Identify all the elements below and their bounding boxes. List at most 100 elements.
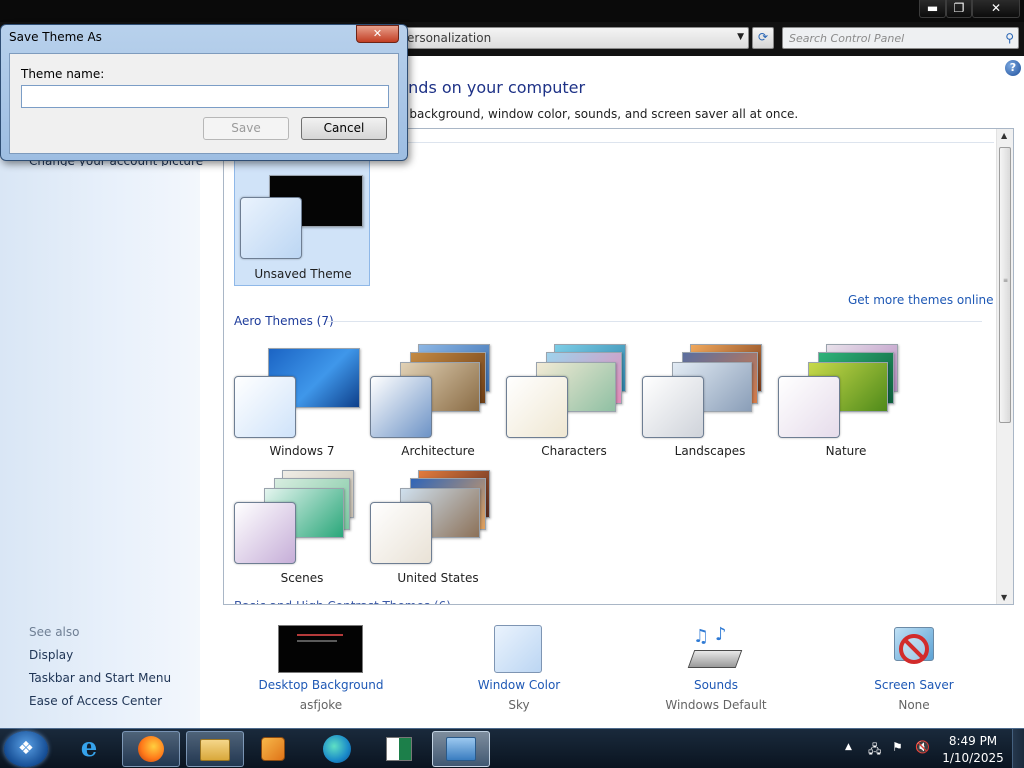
media-player-taskbar-button[interactable] <box>244 731 302 767</box>
action-center-flag-icon[interactable]: ⚑ <box>892 740 903 754</box>
theme-tile-landscapes[interactable]: Landscapes <box>642 344 778 464</box>
theme-label: Windows 7 <box>269 444 335 458</box>
scrollbar-thumb[interactable]: ≡ <box>999 147 1011 423</box>
theme-label: Unsaved Theme <box>254 267 352 281</box>
prohibited-slash <box>903 638 925 660</box>
screen-saver-link[interactable]: Screen Saver <box>824 678 1004 692</box>
thumbnail-text-line <box>297 640 337 642</box>
minimize-icon: ▬ <box>926 1 939 15</box>
edge-icon <box>323 735 351 763</box>
sounds-icon[interactable]: ♫ ♪ <box>687 624 743 674</box>
vertical-scrollbar[interactable]: ▲ ≡ ▼ <box>996 129 1013 604</box>
color-swatch <box>234 502 296 564</box>
divider <box>327 321 982 322</box>
document-icon <box>386 737 412 761</box>
save-button[interactable]: Save <box>203 117 289 140</box>
start-button[interactable]: ❖ <box>4 731 48 767</box>
window-titlebar: ▬ ❐ ✕ <box>0 0 1024 22</box>
clock-date[interactable]: 1/10/2025 <box>940 751 1006 765</box>
theme-tile-architecture[interactable]: Architecture <box>370 344 506 464</box>
theme-label: United States <box>397 571 479 585</box>
search-icon[interactable]: ⚲ <box>1005 31 1014 45</box>
music-note-icon: ♪ <box>715 624 727 645</box>
clock-time[interactable]: 8:49 PM <box>940 734 1006 748</box>
music-note-icon: ♫ <box>693 626 710 647</box>
see-also-heading: See also <box>29 625 80 639</box>
get-more-themes-link[interactable]: Get more themes online <box>848 293 994 307</box>
minimize-button[interactable]: ▬ <box>919 0 946 18</box>
theme-label: Landscapes <box>674 444 746 458</box>
help-icon[interactable]: ? <box>1005 60 1021 76</box>
volume-muted-icon[interactable]: 🔇 <box>915 740 930 754</box>
page-heading: unds on your computer <box>398 78 586 97</box>
save-theme-dialog: Save Theme As ✕ Theme name: Save Cancel <box>0 24 408 161</box>
chevron-down-icon[interactable]: ▼ <box>737 32 744 42</box>
screen-saver-value: None <box>898 698 930 712</box>
screen-saver-icon[interactable] <box>890 625 936 671</box>
scroll-up-icon[interactable]: ▲ <box>1001 131 1007 140</box>
cancel-button[interactable]: Cancel <box>301 117 387 140</box>
sounds-link[interactable]: Sounds <box>626 678 806 692</box>
color-swatch <box>240 197 302 259</box>
close-icon: ✕ <box>372 27 383 40</box>
theme-tile-scenes[interactable]: Scenes <box>234 470 370 590</box>
firefox-icon <box>138 736 164 762</box>
window-color-link[interactable]: Window Color <box>429 678 609 692</box>
search-box: ⚲ <box>782 27 1019 49</box>
dialog-close-button[interactable]: ✕ <box>356 25 399 43</box>
restore-icon: ❐ <box>953 1 965 15</box>
sidebar-link-taskbar[interactable]: Taskbar and Start Menu <box>29 671 171 685</box>
show-hidden-icons-arrow[interactable]: ▲ <box>845 742 852 752</box>
color-swatch <box>234 376 296 438</box>
firefox-taskbar-button[interactable] <box>122 731 180 767</box>
theme-label: Architecture <box>401 444 475 458</box>
theme-tile-nature[interactable]: Nature <box>778 344 914 464</box>
sounds-setting[interactable]: ♫ ♪ Sounds Windows Default <box>626 622 806 722</box>
network-icon[interactable]: 🖧 <box>868 740 881 761</box>
sidebar-link-display[interactable]: Display <box>29 648 73 662</box>
color-swatch <box>642 376 704 438</box>
page-description: p background, window color, sounds, and … <box>398 107 799 121</box>
control-panel-icon <box>446 737 476 761</box>
show-desktop-button[interactable] <box>1012 729 1024 768</box>
explorer-taskbar-button[interactable] <box>186 731 244 767</box>
restore-button[interactable]: ❐ <box>946 0 972 18</box>
document-viewer-taskbar-button[interactable] <box>370 731 428 767</box>
desktop-background-link[interactable]: Desktop Background <box>231 678 411 692</box>
window-color-setting[interactable]: Window Color Sky <box>429 622 609 722</box>
theme-label: Nature <box>825 444 867 458</box>
desktop-background-value: asfjoke <box>299 698 343 712</box>
windows-logo-icon: ❖ <box>17 738 35 759</box>
control-panel-taskbar-button[interactable] <box>432 731 490 767</box>
screen-saver-setting[interactable]: Screen Saver None <box>824 622 1004 722</box>
edge-taskbar-button[interactable] <box>308 731 366 767</box>
window-color-swatch[interactable] <box>494 625 542 673</box>
desktop-background-setting[interactable]: Desktop Background asfjoke <box>231 622 411 722</box>
theme-tile-unsaved[interactable]: Unsaved Theme <box>234 159 370 286</box>
scroll-down-icon[interactable]: ▼ <box>1001 593 1007 602</box>
theme-tile-characters[interactable]: Characters <box>506 344 642 464</box>
keyboard-icon <box>687 650 743 668</box>
taskbar: ❖ e ▲ 🖧 ⚑ 🔇 8:49 PM 1/10/2025 <box>0 728 1024 768</box>
color-swatch <box>370 376 432 438</box>
sidebar-link-ease-of-access[interactable]: Ease of Access Center <box>29 694 162 708</box>
refresh-icon: ⟳ <box>757 30 769 44</box>
theme-name-input[interactable] <box>21 85 389 108</box>
close-icon: ✕ <box>990 1 1002 15</box>
close-window-button[interactable]: ✕ <box>972 0 1020 18</box>
theme-tile-united-states[interactable]: United States <box>370 470 506 590</box>
address-bar[interactable]: ersonalization ▼ <box>400 27 749 49</box>
basic-themes-heading: Basic and High Contrast Themes (6) <box>234 599 451 604</box>
sounds-value: Windows Default <box>665 698 767 712</box>
search-input[interactable] <box>783 28 995 48</box>
refresh-button[interactable]: ⟳ <box>752 27 774 49</box>
thumbnail-text-line <box>297 634 343 636</box>
color-swatch <box>778 376 840 438</box>
theme-tile-windows-7[interactable]: Windows 7 <box>234 344 370 464</box>
desktop-background-thumbnail[interactable] <box>278 625 363 673</box>
theme-list-panel: Unsaved Theme Get more themes online Aer… <box>223 128 1014 605</box>
prohibited-icon <box>899 634 929 664</box>
grip-icon: ≡ <box>1003 277 1009 284</box>
dialog-body: Theme name: Save Cancel <box>9 53 399 154</box>
internet-explorer-taskbar-button[interactable]: e <box>60 731 118 767</box>
